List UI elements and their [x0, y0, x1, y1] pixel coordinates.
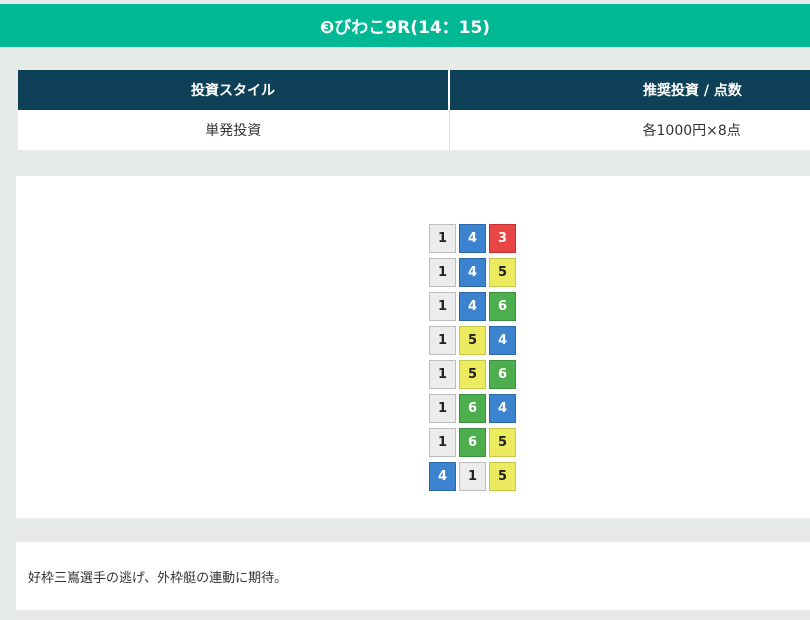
pick-row: 1 4 5 [429, 258, 519, 288]
investment-style-value: 単発投資 [18, 110, 450, 150]
boat-number-cell: 1 [429, 326, 456, 355]
boat-number-cell: 4 [459, 258, 486, 287]
boat-number-cell: 1 [459, 462, 486, 491]
boat-number-cell: 1 [429, 292, 456, 321]
boat-number-cell: 5 [489, 462, 516, 491]
boat-number-cell: 5 [459, 326, 486, 355]
boat-number-cell: 1 [429, 428, 456, 457]
bet-table-header-row: 投資スタイル 推奨投資 / 点数 [18, 70, 810, 110]
bet-table-row: 単発投資 各1000円×8点 [18, 110, 810, 150]
picks-panel: 1 4 3 1 4 5 1 4 6 1 5 4 1 5 6 1 6 4 1 6 … [16, 176, 810, 518]
bet-table: 投資スタイル 推奨投資 / 点数 単発投資 各1000円×8点 [18, 70, 810, 150]
investment-amount-value: 各1000円×8点 [449, 110, 810, 150]
picks-grid: 1 4 3 1 4 5 1 4 6 1 5 4 1 5 6 1 6 4 1 6 … [429, 224, 519, 496]
boat-number-cell: 1 [429, 394, 456, 423]
comment-panel: 好枠三嶌選手の逃げ、外枠艇の連動に期待。 [16, 542, 810, 610]
header-recommended-investment: 推奨投資 / 点数 [449, 70, 810, 110]
pick-row: 1 4 3 [429, 224, 519, 254]
boat-number-cell: 5 [459, 360, 486, 389]
pick-row: 1 5 6 [429, 360, 519, 390]
boat-number-cell: 4 [429, 462, 456, 491]
boat-number-cell: 1 [429, 360, 456, 389]
boat-number-cell: 1 [429, 258, 456, 287]
header-investment-style: 投資スタイル [18, 70, 450, 110]
race-comment: 好枠三嶌選手の逃げ、外枠艇の連動に期待。 [28, 570, 288, 586]
pick-row: 1 5 4 [429, 326, 519, 356]
boat-number-cell: 5 [489, 428, 516, 457]
boat-number-cell: 1 [429, 224, 456, 253]
race-header: ❸びわこ9R(14：15) [0, 4, 810, 47]
boat-number-cell: 6 [489, 360, 516, 389]
boat-number-cell: 6 [459, 394, 486, 423]
boat-number-cell: 3 [489, 224, 516, 253]
boat-number-cell: 4 [489, 394, 516, 423]
boat-number-cell: 6 [489, 292, 516, 321]
boat-number-cell: 6 [459, 428, 486, 457]
boat-number-cell: 4 [459, 292, 486, 321]
pick-row: 1 6 5 [429, 428, 519, 458]
bet-table-container: 投資スタイル 推奨投資 / 点数 単発投資 各1000円×8点 [18, 70, 810, 150]
boat-number-cell: 4 [459, 224, 486, 253]
boat-number-cell: 5 [489, 258, 516, 287]
boat-number-cell: 4 [489, 326, 516, 355]
pick-row: 4 1 5 [429, 462, 519, 492]
pick-row: 1 6 4 [429, 394, 519, 424]
pick-row: 1 4 6 [429, 292, 519, 322]
race-title: ❸びわこ9R(14：15) [319, 18, 491, 38]
